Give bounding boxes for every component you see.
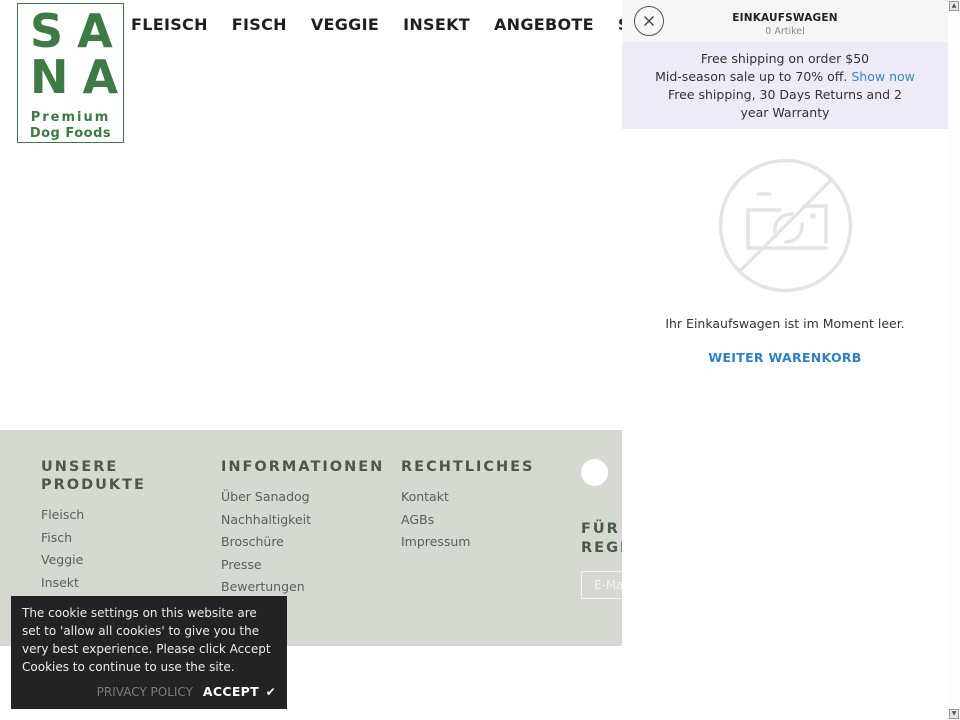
nav-item-insekt[interactable]: INSEKT — [403, 15, 470, 34]
nav-item-veggie[interactable]: VEGGIE — [311, 15, 379, 34]
footer-link-kontakt[interactable]: Kontakt — [401, 486, 535, 509]
nav-item-angebote[interactable]: ANGEBOTE — [494, 15, 594, 34]
cookie-message: The cookie settings on this website are … — [22, 606, 271, 674]
cookie-banner: The cookie settings on this website are … — [11, 596, 287, 709]
logo[interactable]: SA NA Premium Dog Foods — [17, 3, 124, 143]
footer-heading-legal: RECHTLICHES — [401, 459, 535, 475]
no-image-icon — [718, 158, 853, 293]
footer-link-impressum[interactable]: Impressum — [401, 531, 535, 554]
logo-text-dog-foods: Dog Foods — [29, 126, 112, 141]
promo-line-shipping: Free shipping on order $50 — [700, 51, 870, 66]
footer-link-insekt[interactable]: Insekt — [41, 572, 201, 595]
nav-item-fleisch[interactable]: FLEISCH — [131, 15, 208, 34]
logo-text-na: NA — [30, 50, 133, 104]
newsletter-heading-line1: FÜR — [581, 521, 620, 537]
footer-link-broschuere[interactable]: Broschüre — [221, 531, 384, 554]
cart-item-count: 0 Artikel — [765, 26, 805, 37]
newsletter-email-input[interactable] — [581, 571, 622, 599]
promo-line-sale: Mid-season sale up to 70% off. Show now — [622, 68, 948, 86]
close-cart-button[interactable] — [634, 6, 664, 36]
footer-heading-information: INFORMATIONEN — [221, 459, 385, 475]
promo-sale-text: Mid-season sale up to 70% off. — [655, 69, 848, 84]
nav-item-fisch[interactable]: FISCH — [232, 15, 287, 34]
accept-label: ACCEPT — [202, 684, 259, 699]
logo-text-sa: SA — [30, 4, 127, 58]
privacy-policy-link[interactable]: PRIVACY POLICY — [97, 685, 193, 699]
footer-link-veggie[interactable]: Veggie — [41, 549, 201, 572]
footer-heading-products: UNSERE PRODUKTE — [41, 459, 146, 493]
cart-drawer: EINKAUFSWAGEN 0 Artikel Free shipping on… — [622, 0, 948, 720]
cookie-actions: PRIVACY POLICY ACCEPT ✔ — [97, 684, 276, 699]
footer-column-legal: RECHTLICHES Kontakt AGBs Impressum — [401, 458, 535, 554]
footer-link-fleisch[interactable]: Fleisch — [41, 504, 201, 527]
footer-link-ueber-sanadog[interactable]: Über Sanadog — [221, 486, 384, 509]
footer-link-fisch[interactable]: Fisch — [41, 527, 201, 550]
scroll-up-arrow-icon[interactable]: ▲ — [949, 1, 959, 11]
logo-text-premium: Premium — [30, 110, 111, 125]
cart-empty-message: Ihr Einkaufswagen ist im Moment leer. — [665, 316, 905, 331]
promo-line-returns: Free shipping, 30 Days Returns and 2 yea… — [667, 87, 902, 120]
footer-link-nachhaltigkeit[interactable]: Nachhaltigkeit — [221, 509, 384, 532]
accept-cookies-button[interactable]: ACCEPT ✔ — [203, 684, 276, 699]
newsletter-heading-line2: REGI — [581, 540, 622, 556]
cart-title: EINKAUFSWAGEN — [732, 12, 838, 24]
check-icon: ✔ — [265, 685, 276, 699]
cart-header: EINKAUFSWAGEN 0 Artikel — [622, 0, 948, 42]
footer-link-presse[interactable]: Presse — [221, 554, 384, 577]
newsletter-heading: FÜR REGI — [581, 520, 622, 558]
close-icon — [644, 16, 654, 26]
footer-column-products: UNSERE PRODUKTE Fleisch Fisch Veggie Ins… — [41, 458, 201, 594]
social-icon[interactable] — [581, 459, 608, 486]
promo-banner: Free shipping on order $50 Mid-season sa… — [622, 42, 948, 129]
scroll-down-arrow-icon[interactable]: ▼ — [949, 709, 959, 719]
continue-shopping-button[interactable]: WEITER WARENKORB — [622, 350, 948, 365]
show-now-link[interactable]: Show now — [851, 69, 915, 84]
footer-column-information: INFORMATIONEN Über Sanadog Nachhaltigkei… — [221, 458, 384, 599]
page-scrollbar[interactable]: ▲ ▼ — [948, 0, 960, 720]
footer-link-agbs[interactable]: AGBs — [401, 509, 535, 532]
